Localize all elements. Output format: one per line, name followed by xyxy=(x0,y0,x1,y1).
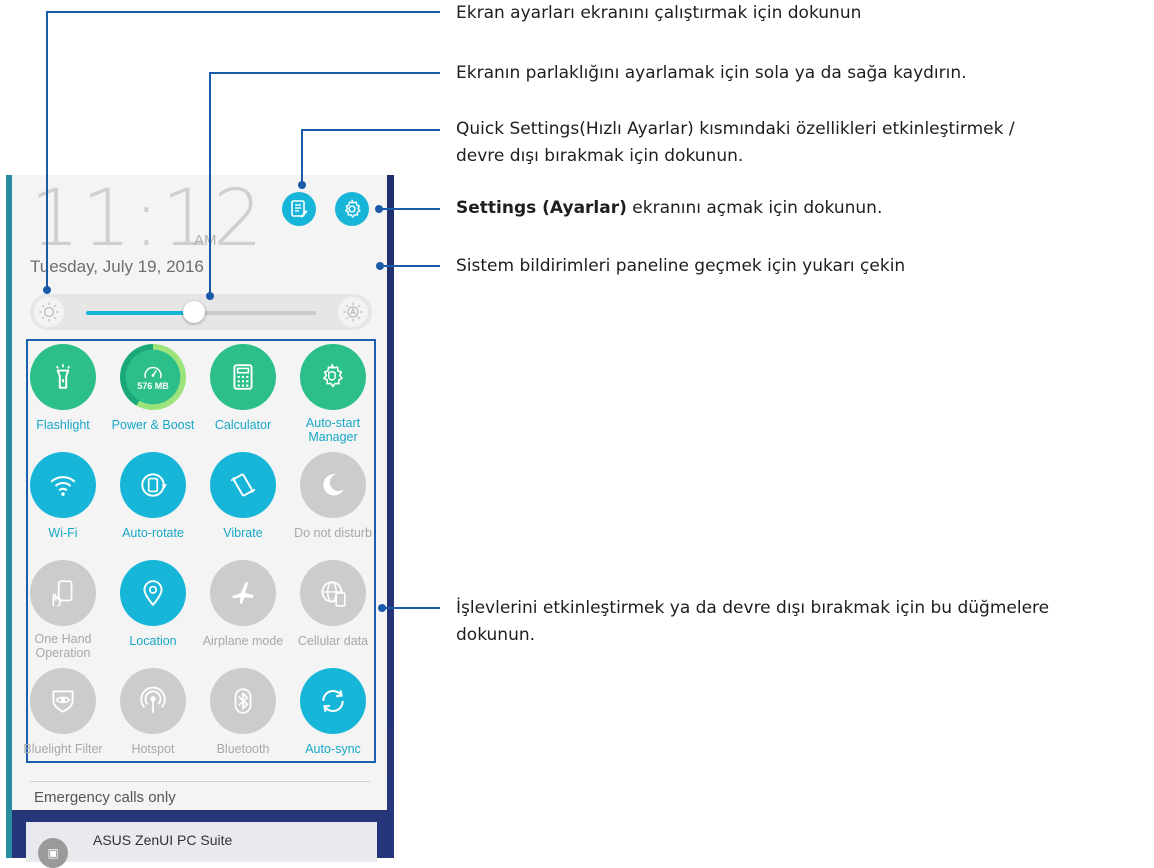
tile-auto-sync[interactable]: Auto-sync xyxy=(288,668,378,756)
callout-dot xyxy=(298,181,306,189)
date-label: Tuesday, July 19, 2016 xyxy=(30,257,204,276)
tile-label: Bluetooth xyxy=(216,742,270,756)
calculator-icon[interactable] xyxy=(210,344,276,410)
callout-line xyxy=(301,129,440,131)
edit-list-icon xyxy=(291,200,308,218)
callout-settings-rest: ekranını açmak için dokunun. xyxy=(626,198,883,218)
edit-quick-settings-button[interactable] xyxy=(282,192,316,226)
callout-system-panel: Sistem bildirimleri paneline geçmek için… xyxy=(456,256,906,276)
callout-line xyxy=(381,265,440,267)
brightness-low-icon[interactable] xyxy=(34,297,64,327)
speedometer-icon[interactable]: 576 MB xyxy=(120,344,186,410)
hotspot-icon[interactable] xyxy=(120,668,186,734)
clock-time: 11:12 xyxy=(30,174,265,264)
tile-label: Auto-start Manager xyxy=(305,416,361,444)
tile-hotspot[interactable]: Hotspot xyxy=(108,668,198,756)
callout-line xyxy=(209,72,211,294)
globe-icon[interactable] xyxy=(300,560,366,626)
callout-dot xyxy=(375,205,383,213)
divider xyxy=(30,781,370,782)
tile-cellular-data[interactable]: Cellular data xyxy=(288,560,378,648)
notification-title: ASUS ZenUI PC Suite xyxy=(93,832,233,848)
tile-label: Power & Boost xyxy=(111,418,195,432)
tile-label: Airplane mode xyxy=(202,634,284,648)
callout-quick-settings-2: devre dışı bırakmak için dokunun. xyxy=(456,146,744,166)
callout-settings: Settings (Ayarlar) ekranını açmak için d… xyxy=(456,195,882,222)
tile-vibrate[interactable]: Vibrate xyxy=(198,452,288,540)
tile-label: Auto-sync xyxy=(305,742,361,756)
callout-settings-bold: Settings (Ayarlar) xyxy=(456,198,627,218)
callout-display-settings: Ekran ayarları ekranını çalıştırmak için… xyxy=(456,3,862,23)
moon-icon[interactable] xyxy=(300,452,366,518)
tile-airplane-mode[interactable]: Airplane mode xyxy=(198,560,288,648)
tile-label: Calculator xyxy=(214,418,272,432)
callout-toggle-2: dokunun. xyxy=(456,625,536,645)
tile-label: Auto-rotate xyxy=(122,526,184,540)
tile-bluetooth[interactable]: Bluetooth xyxy=(198,668,288,756)
wifi-icon[interactable] xyxy=(30,452,96,518)
callout-dot xyxy=(206,292,214,300)
tile-bluelight-filter[interactable]: Bluelight Filter xyxy=(18,668,108,756)
tile-label: Location xyxy=(129,634,177,648)
callout-line xyxy=(379,208,440,210)
tile-label: Vibrate xyxy=(223,526,263,540)
tile-location[interactable]: Location xyxy=(108,560,198,648)
tile-label: Do not disturb xyxy=(294,526,372,540)
pc-suite-icon: ▣ xyxy=(38,838,68,868)
settings-button[interactable] xyxy=(335,192,369,226)
tile-one-hand-operation[interactable]: One Hand Operation xyxy=(18,560,108,660)
brightness-slider-thumb[interactable] xyxy=(183,301,206,323)
tile-do-not-disturb[interactable]: Do not disturb xyxy=(288,452,378,540)
flashlight-icon[interactable] xyxy=(30,344,96,410)
tile-label: Wi-Fi xyxy=(48,526,78,540)
memory-badge: 576 MB xyxy=(137,381,169,391)
brightness-fill xyxy=(86,311,195,315)
callout-brightness: Ekranın parlaklığını ayarlamak için sola… xyxy=(456,63,967,83)
gear-icon xyxy=(345,199,361,218)
tile-calculator[interactable]: Calculator xyxy=(198,344,288,432)
bluetooth-icon[interactable] xyxy=(210,668,276,734)
tile-auto-start-manager[interactable]: Auto-start Manager xyxy=(288,344,378,444)
callout-line xyxy=(209,72,440,74)
vibrate-icon[interactable] xyxy=(210,452,276,518)
tile-label: Cellular data xyxy=(297,634,369,648)
tile-power-boost[interactable]: 576 MB Power & Boost xyxy=(108,344,198,432)
location-pin-icon[interactable] xyxy=(120,560,186,626)
callout-dot xyxy=(376,262,384,270)
tile-label: One Hand Operation xyxy=(34,632,92,660)
tile-label: Flashlight xyxy=(36,418,90,432)
tile-flashlight[interactable]: Flashlight xyxy=(18,344,108,432)
callout-quick-settings-1: Quick Settings(Hızlı Ayarlar) kısmındaki… xyxy=(456,119,1015,139)
one-hand-icon[interactable] xyxy=(30,560,96,626)
auto-brightness-icon[interactable] xyxy=(338,297,368,327)
callout-line xyxy=(46,11,440,13)
callout-line xyxy=(382,607,440,609)
callout-toggle-1: İşlevlerini etkinleştirmek ya da devre d… xyxy=(456,598,1050,618)
tile-label: Hotspot xyxy=(131,742,175,756)
network-status: Emergency calls only xyxy=(34,789,176,806)
callout-line xyxy=(46,11,48,289)
clock-ampm: AM xyxy=(194,232,217,249)
callout-dot xyxy=(378,604,386,612)
tile-auto-rotate[interactable]: Auto-rotate xyxy=(108,452,198,540)
rotate-icon[interactable] xyxy=(120,452,186,518)
tile-wi-fi[interactable]: Wi-Fi xyxy=(18,452,108,540)
sync-icon[interactable] xyxy=(300,668,366,734)
gear-shield-icon[interactable] xyxy=(300,344,366,410)
airplane-icon[interactable] xyxy=(210,560,276,626)
eye-shield-icon[interactable] xyxy=(30,668,96,734)
callout-line xyxy=(301,129,303,185)
callout-dot xyxy=(43,286,51,294)
tile-label: Bluelight Filter xyxy=(23,742,103,756)
